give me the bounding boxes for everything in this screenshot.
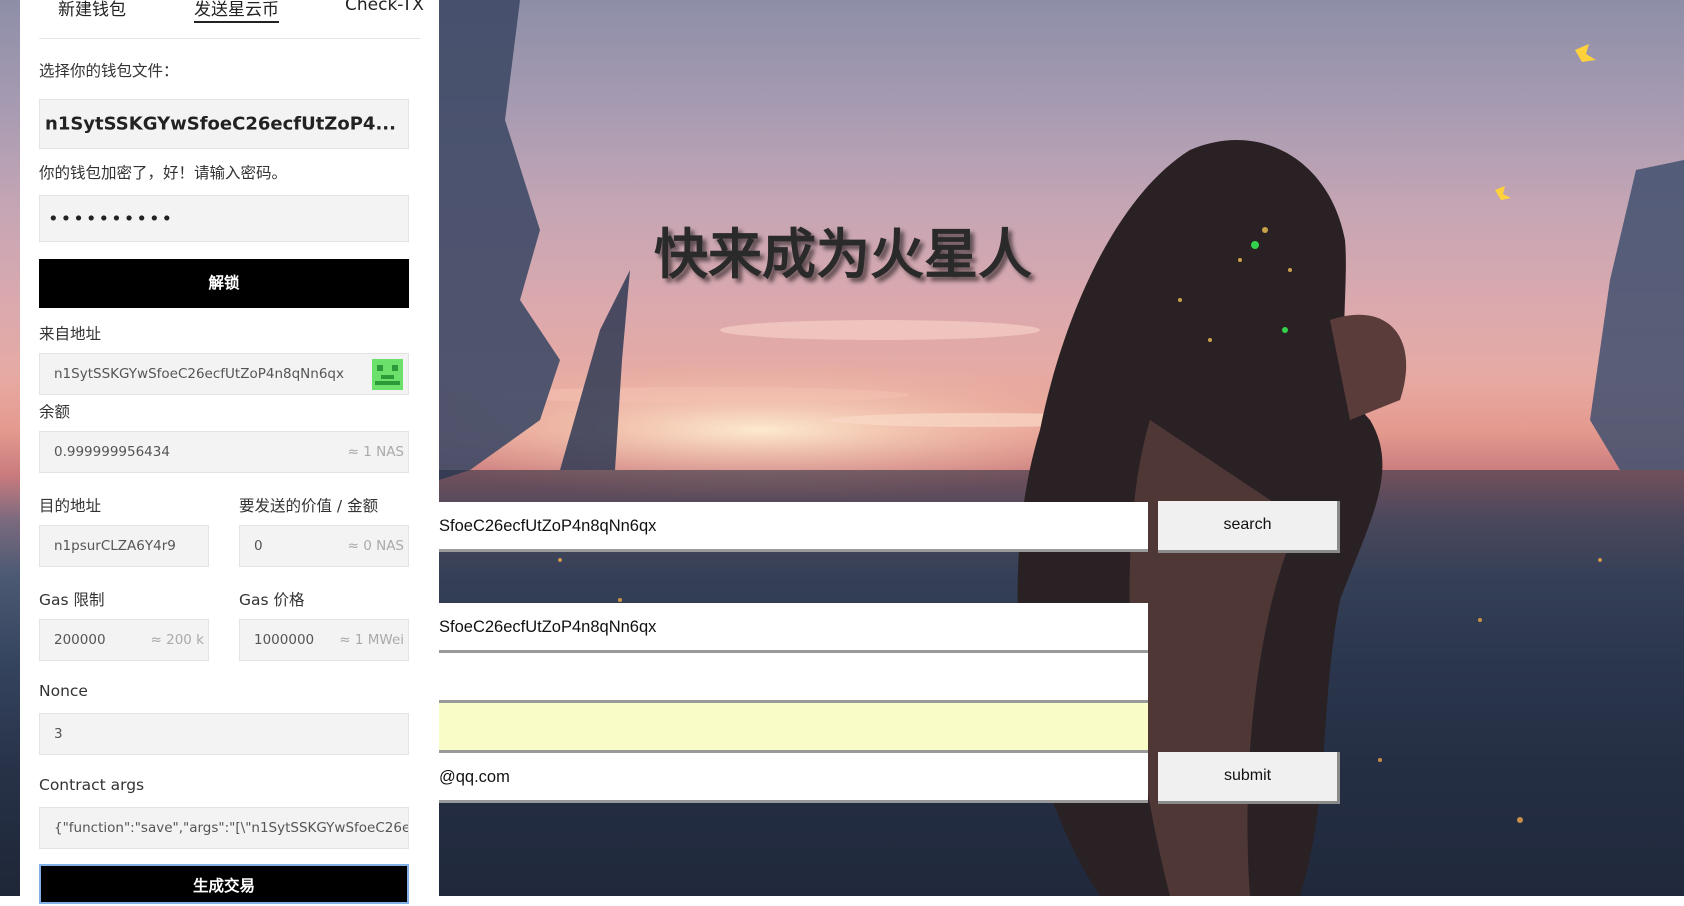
amount-suffix: ≈ 0 NAS [347,538,404,554]
select-wallet-label: 选择你的钱包文件： [39,62,179,80]
tab-send-nas[interactable]: 发送星云币 [194,0,279,23]
search-input-value: SfoeC26ecfUtZoP4n8qNn6qx [439,517,657,535]
gas-price-suffix: ≈ 1 MWei [339,632,404,648]
gas-limit-input[interactable]: 200000 ≈ 200 k [39,619,209,661]
gas-limit-label: Gas 限制 [39,591,105,609]
gas-price-label: Gas 价格 [239,591,305,609]
tab-bar: 新建钱包 发送星云币 Check-TX [39,0,424,39]
gas-limit-suffix: ≈ 200 k [150,632,204,648]
tab-check-tx[interactable]: Check-TX [345,0,424,15]
nonce-input[interactable]: 3 [39,713,409,755]
form-field-address-value: SfoeC26ecfUtZoP4n8qNn6qx [439,618,657,636]
password-mask: •••••••••• [48,208,175,229]
contract-args-label: Contract args [39,776,145,794]
form-field-2[interactable] [439,653,1148,703]
form-field-address[interactable]: SfoeC26ecfUtZoP4n8qNn6qx [439,603,1148,653]
gas-price-value: 1000000 [254,632,315,648]
form-field-email-value: @qq.com [439,768,510,786]
contract-args-input[interactable]: {"function":"save","args":"[\"n1SytSSKGY… [39,807,409,849]
nonce-label: Nonce [39,682,88,700]
balance-suffix: ≈ 1 NAS [347,444,404,460]
from-address-value: n1SytSSKGYwSfoeC26ecfUtZoP4n8qNn6qx [54,366,344,382]
password-input[interactable]: •••••••••• [39,195,409,242]
to-address-input[interactable]: n1psurCLZA6Y4r9 [39,525,209,567]
search-button[interactable]: search [1158,501,1340,553]
amount-input[interactable]: 0 ≈ 0 NAS [239,525,409,567]
wallet-file-picker[interactable]: n1SytSSKGYwSfoeC26ecfUtZoP4... [39,99,409,149]
tab-new-wallet[interactable]: 新建钱包 [58,0,126,20]
nonce-value: 3 [54,726,63,742]
balance-value: 0.999999956434 [54,444,170,460]
address-identicon [372,359,403,390]
form-field-email[interactable]: @qq.com [439,753,1148,803]
from-address-field: n1SytSSKGYwSfoeC26ecfUtZoP4n8qNn6qx [39,353,409,395]
generate-transaction-button[interactable]: 生成交易 [39,864,409,904]
balance-field: 0.999999956434 ≈ 1 NAS [39,431,409,473]
amount-value: 0 [254,538,263,554]
unlock-button[interactable]: 解锁 [39,259,409,308]
wallet-file-name: n1SytSSKGYwSfoeC26ecfUtZoP4... [45,113,396,135]
gas-price-input[interactable]: 1000000 ≈ 1 MWei [239,619,409,661]
amount-label: 要发送的价值 / 金额 [239,497,379,515]
from-address-label: 来自地址 [39,325,102,343]
form-field-3[interactable] [439,703,1148,753]
search-input[interactable]: SfoeC26ecfUtZoP4n8qNn6qx [439,502,1148,552]
to-address-label: 目的地址 [39,497,102,515]
balance-label: 余额 [39,403,71,421]
to-address-value: n1psurCLZA6Y4r9 [54,538,176,554]
contract-args-value: {"function":"save","args":"[\"n1SytSSKGY… [54,820,409,836]
submit-button[interactable]: submit [1158,752,1340,804]
page-headline: 快来成为火星人 [654,223,1032,286]
gas-limit-value: 200000 [54,632,106,648]
encrypted-message: 你的钱包加密了，好！请输入密码。 [39,164,288,182]
wallet-panel: 新建钱包 发送星云币 Check-TX 选择你的钱包文件： n1SytSSKGY… [20,0,439,904]
